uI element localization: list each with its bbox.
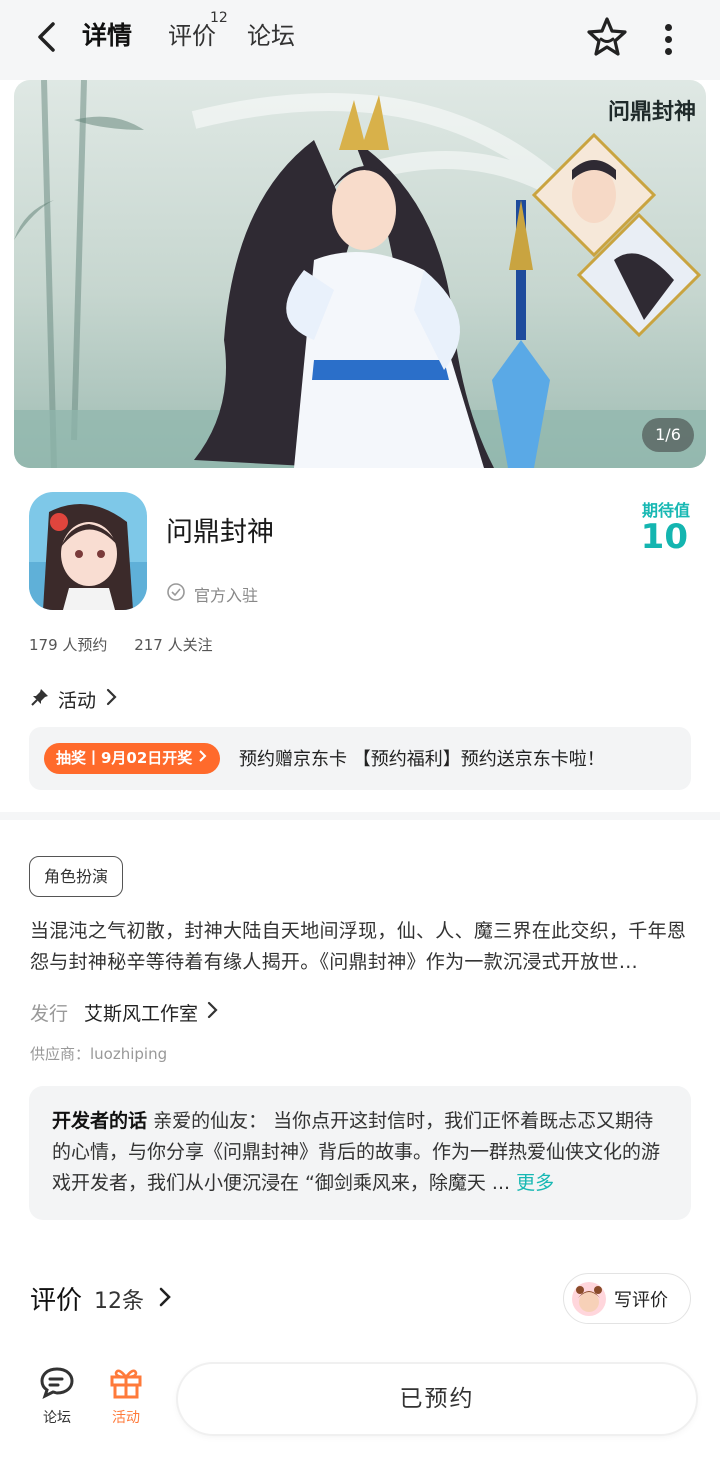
- lottery-badge: 抽奖丨9月02日开奖: [44, 743, 221, 774]
- more-options-icon[interactable]: [652, 20, 684, 56]
- game-description[interactable]: 当混沌之气初散，封神大陆自天地间浮现，仙、人、魔三界在此交织，千年恩怨与封神秘辛…: [30, 916, 694, 978]
- write-review-button[interactable]: 写评价: [563, 1273, 691, 1324]
- activity-title: 活动: [58, 690, 97, 712]
- stats-row: 179 人预约 217 人关注: [29, 634, 213, 655]
- expectation-score: 10: [640, 517, 688, 557]
- banner-artwork: [14, 80, 706, 468]
- reviews-title: 评价: [30, 1286, 83, 1316]
- official-badge: 官方入驻: [166, 582, 258, 606]
- activity-card[interactable]: 抽奖丨9月02日开奖 预约赠京东卡 【预约福利】预约送京东卡啦！: [29, 727, 691, 790]
- chevron-right-icon: [104, 687, 120, 712]
- bottom-nav-forum[interactable]: 论坛: [27, 1365, 87, 1427]
- chat-bubble-icon: [27, 1365, 87, 1403]
- official-label: 官方入驻: [194, 586, 259, 605]
- developer-note-card[interactable]: 开发者的话 亲爱的仙友： 当你点开这封信时，我们正怀着既忐忑又期待的心情，与你分…: [29, 1086, 691, 1220]
- chevron-right-icon: [198, 743, 208, 774]
- game-logo-text: 问鼎封神: [607, 99, 696, 125]
- activity-description: 预约赠京东卡 【预约福利】预约送京东卡啦！: [239, 749, 605, 770]
- follower-count: 217 人关注: [134, 636, 213, 654]
- check-circle-icon: [166, 582, 186, 606]
- tab-forum[interactable]: 论坛: [247, 18, 295, 54]
- game-title: 问鼎封神: [166, 517, 274, 548]
- chevron-right-icon: [206, 1000, 220, 1025]
- developer-note-title: 开发者的话: [52, 1110, 148, 1132]
- tab-details[interactable]: 详情: [82, 18, 136, 54]
- user-avatar: [572, 1281, 606, 1316]
- more-link[interactable]: 更多: [516, 1172, 554, 1194]
- review-count-badge: 12: [210, 10, 228, 26]
- publisher-row[interactable]: 发行 艾斯风工作室: [30, 999, 220, 1026]
- tab-reviews[interactable]: 评价: [168, 18, 216, 54]
- publisher-label: 发行: [30, 1003, 69, 1025]
- write-review-label: 写评价: [614, 1289, 668, 1311]
- tab-forum-label: 论坛: [247, 22, 295, 50]
- section-divider: [0, 812, 720, 820]
- genre-tag[interactable]: 角色扮演: [29, 856, 124, 897]
- app-icon: [29, 492, 147, 610]
- screenshot-carousel[interactable]: 问鼎封神 1/6: [14, 80, 706, 468]
- reviews-count: 12条: [94, 1288, 145, 1314]
- bottom-nav-activity[interactable]: 活动: [96, 1365, 156, 1427]
- reservation-count: 179 人预约: [29, 636, 108, 654]
- favorite-star-icon[interactable]: [584, 14, 630, 60]
- lottery-badge-label: 抽奖丨9月02日开奖: [56, 749, 193, 767]
- tab-details-label: 详情: [82, 21, 133, 50]
- developer-note: 开发者的话 亲爱的仙友： 当你点开这封信时，我们正怀着既忐忑又期待的心情，与你分…: [52, 1106, 672, 1199]
- bottom-nav-activity-label: 活动: [112, 1410, 140, 1426]
- carousel-page-indicator: 1/6: [642, 418, 694, 452]
- gift-icon: [96, 1365, 156, 1403]
- reserved-button[interactable]: 已预约: [178, 1364, 696, 1434]
- supplier-info: 供应商：luozhiping: [30, 1045, 168, 1063]
- back-icon[interactable]: [28, 18, 68, 58]
- chevron-right-icon: [156, 1285, 174, 1313]
- activity-section-link[interactable]: 活动: [30, 686, 120, 713]
- bottom-nav-forum-label: 论坛: [43, 1410, 71, 1426]
- reviews-section-link[interactable]: 评价 12条: [30, 1280, 174, 1317]
- pin-icon: [30, 687, 50, 712]
- publisher-name: 艾斯风工作室: [84, 1003, 199, 1025]
- tab-reviews-label: 评价: [168, 22, 216, 50]
- top-nav-bar: 详情 评价 12 论坛: [0, 0, 720, 80]
